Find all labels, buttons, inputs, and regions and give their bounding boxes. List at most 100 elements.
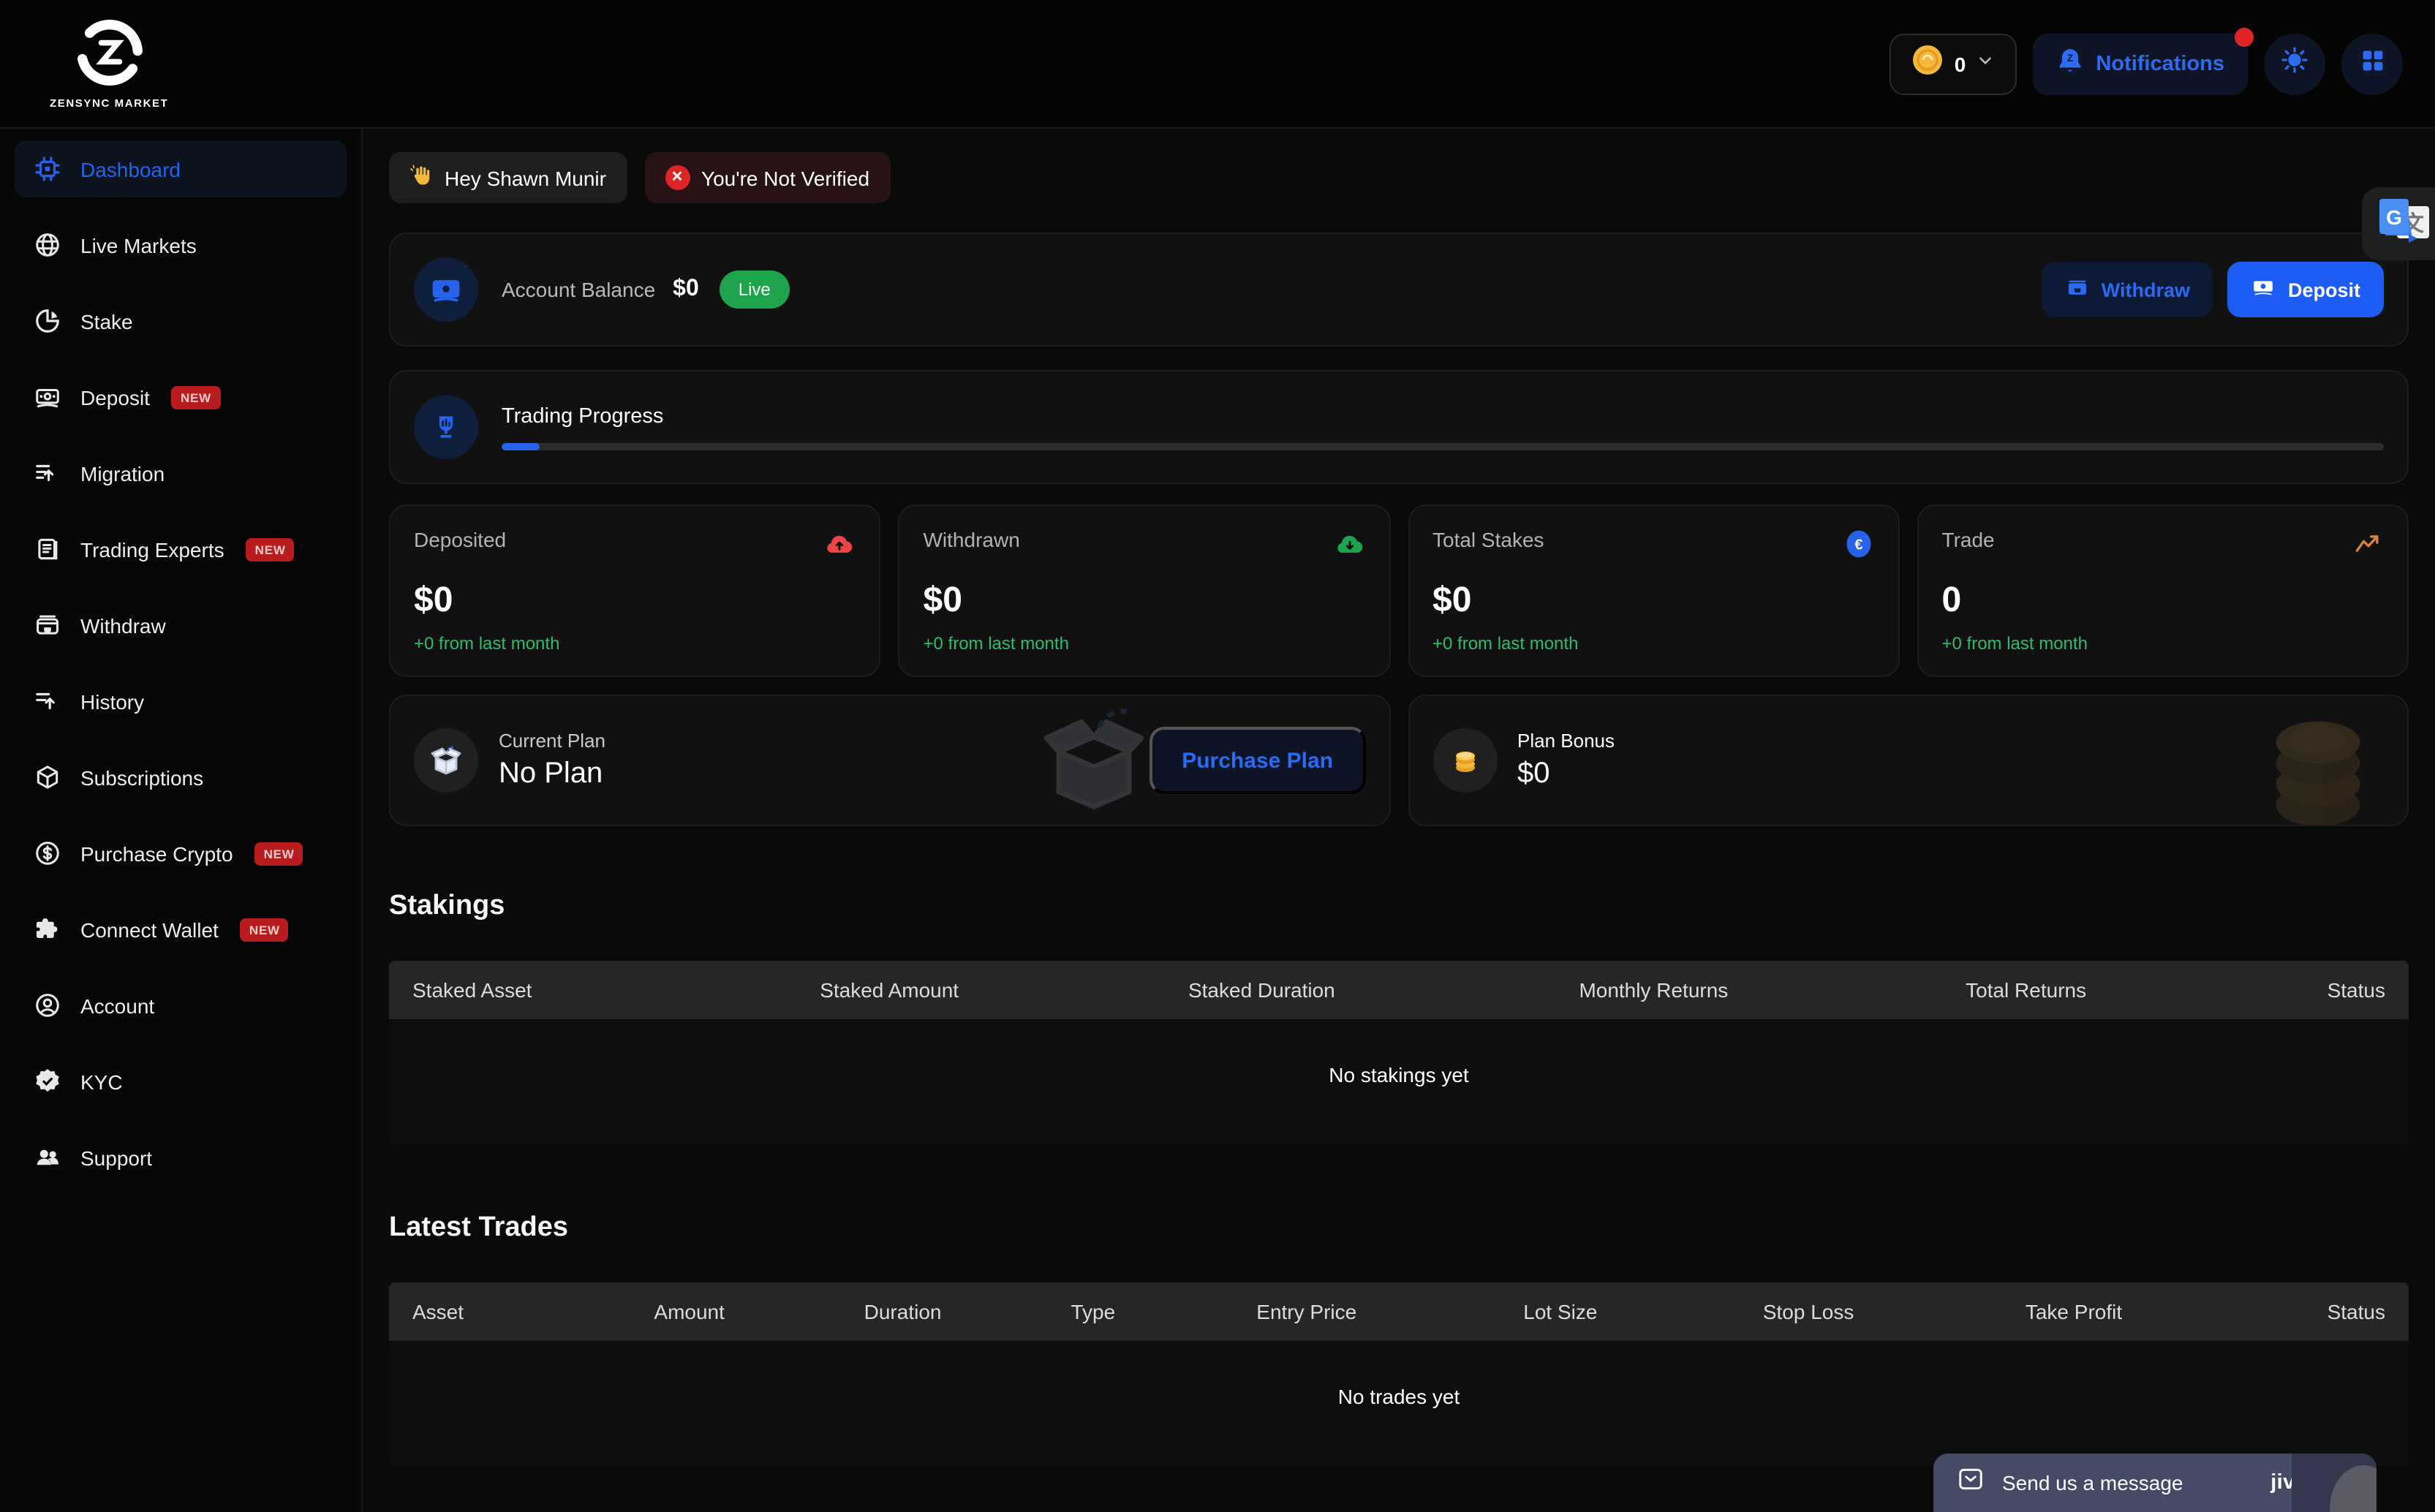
- notifications-label: Notifications: [2096, 52, 2224, 75]
- notifications-button[interactable]: Z Notifications: [2033, 33, 2248, 94]
- column-header: Staked Asset: [412, 978, 713, 1002]
- svg-text:Z: Z: [2067, 53, 2073, 64]
- stakings-empty-state: No stakings yet: [389, 1019, 2409, 1145]
- sidebar-item-label: Subscriptions: [80, 766, 203, 789]
- globe-icon: [32, 231, 61, 259]
- sidebar-item-connect-wallet[interactable]: Connect Wallet NEW: [15, 901, 347, 958]
- sidebar-item-stake[interactable]: Stake: [15, 292, 347, 349]
- stat-value: $0: [924, 580, 1366, 621]
- journal-icon: [32, 535, 61, 563]
- sidebar-item-label: Withdraw: [80, 613, 166, 637]
- chevron-down-icon: [1976, 50, 1995, 77]
- verification-chip[interactable]: ✕ You're Not Verified: [644, 152, 890, 203]
- google-translate-icon: 文 G: [2377, 197, 2435, 251]
- stat-delta: +0 from last month: [1432, 633, 1875, 654]
- new-badge: NEW: [246, 537, 295, 561]
- deposit-button[interactable]: Deposit: [2228, 262, 2384, 317]
- stat-value: $0: [1432, 580, 1875, 621]
- stats-grid: Deposited $0 +0 from last month Withdraw…: [389, 504, 2409, 677]
- sidebar-item-label: Migration: [80, 461, 165, 485]
- column-header: Total Returns: [1849, 978, 2202, 1002]
- sidebar-item-label: Deposit: [80, 385, 150, 409]
- balance-banknote-icon: [414, 257, 478, 322]
- account-balance-card: Account Balance $0 Live Withdraw Dep: [389, 233, 2409, 347]
- verified-badge-icon: [32, 1067, 61, 1095]
- balance-actions: Withdraw Deposit: [2042, 262, 2384, 317]
- sidebar-item-label: Connect Wallet: [80, 918, 219, 941]
- greeting-chip: Hey Shawn Munir: [389, 152, 627, 203]
- sidebar-item-label: Purchase Crypto: [80, 842, 233, 865]
- main-content: Hey Shawn Munir ✕ You're Not Verified Ac…: [363, 129, 2435, 1512]
- x-circle-icon: ✕: [665, 165, 690, 190]
- stat-value: $0: [414, 580, 856, 621]
- progress-label: Trading Progress: [502, 404, 2384, 428]
- progress-body: Trading Progress: [502, 404, 2384, 450]
- column-header: Take Profit: [1936, 1300, 2213, 1323]
- stakings-table-header: Staked Asset Staked Amount Staked Durati…: [389, 961, 2409, 1019]
- sidebar-item-live-markets[interactable]: Live Markets: [15, 216, 347, 273]
- plan-row: Current Plan No Plan Purchase Plan: [389, 695, 2409, 826]
- sidebar-item-history[interactable]: History: [15, 673, 347, 730]
- stat-delta: +0 from last month: [924, 633, 1366, 654]
- deposit-label: Deposit: [2288, 279, 2360, 300]
- open-box-ghost-illustration: [1034, 702, 1154, 826]
- stat-label: Withdrawn: [924, 528, 1020, 551]
- progress-track: [502, 442, 2384, 450]
- withdraw-button[interactable]: Withdraw: [2042, 262, 2213, 317]
- stat-delta: +0 from last month: [1942, 633, 2385, 654]
- sidebar-item-support[interactable]: Support: [15, 1129, 347, 1186]
- sidebar-item-label: Dashboard: [80, 157, 181, 181]
- trading-progress-card: Trading Progress: [389, 370, 2409, 484]
- sidebar-item-account[interactable]: Account: [15, 977, 347, 1034]
- sidebar-item-migration[interactable]: Migration: [15, 445, 347, 502]
- sidebar-item-withdraw[interactable]: Withdraw: [15, 597, 347, 654]
- sidebar-item-purchase-crypto[interactable]: Purchase Crypto NEW: [15, 825, 347, 882]
- jivochat-message: Send us a message: [2002, 1471, 2183, 1494]
- plan-bonus-card: Plan Bonus $0: [1408, 695, 2409, 826]
- sidebar-item-deposit[interactable]: Deposit NEW: [15, 368, 347, 426]
- app-root: ZENSYNC MARKET 0: [0, 0, 2435, 1512]
- notification-badge-dot: [2235, 27, 2254, 46]
- column-header: Staked Amount: [713, 978, 1065, 1002]
- apps-grid-button[interactable]: [2341, 33, 2403, 94]
- currency-selector[interactable]: 0: [1890, 33, 2017, 94]
- wallet-icon: [2065, 275, 2090, 304]
- google-translate-button[interactable]: 文 G: [2362, 187, 2435, 260]
- column-header: Amount: [586, 1300, 793, 1323]
- brand-logo[interactable]: ZENSYNC MARKET: [32, 18, 168, 109]
- verification-text: You're Not Verified: [701, 166, 869, 189]
- new-badge: NEW: [172, 385, 220, 409]
- sidebar-item-label: Account: [80, 994, 154, 1017]
- trades-table: Asset Amount Duration Type Entry Price L…: [389, 1282, 2409, 1467]
- current-plan-value: No Plan: [499, 757, 605, 791]
- svg-text:€: €: [1854, 537, 1862, 553]
- topbar-actions: 0 Z Notifications: [1890, 33, 2403, 94]
- bell-icon: Z: [2056, 47, 2084, 80]
- sidebar-item-label: Stake: [80, 309, 133, 333]
- trades-empty-state: No trades yet: [389, 1341, 2409, 1467]
- stat-label: Total Stakes: [1432, 528, 1544, 551]
- purchase-plan-button[interactable]: Purchase Plan: [1149, 727, 1365, 794]
- sidebar-item-trading-experts[interactable]: Trading Experts NEW: [15, 521, 347, 578]
- sidebar-item-subscriptions[interactable]: Subscriptions: [15, 749, 347, 806]
- grid-icon: [2358, 46, 2386, 81]
- stakings-title: Stakings: [389, 891, 2409, 923]
- plan-bonus-value: $0: [1517, 757, 1615, 791]
- topbar: ZENSYNC MARKET 0: [0, 0, 2435, 129]
- theme-toggle-button[interactable]: [2264, 33, 2325, 94]
- jivochat-widget[interactable]: Send us a message jivochat: [1933, 1454, 2377, 1512]
- stat-card-withdrawn: Withdrawn $0 +0 from last month: [899, 504, 1391, 677]
- stat-card-deposited: Deposited $0 +0 from last month: [389, 504, 881, 677]
- sidebar-item-dashboard[interactable]: Dashboard: [15, 140, 347, 197]
- sidebar-item-kyc[interactable]: KYC: [15, 1053, 347, 1110]
- purchase-plan-label: Purchase Plan: [1182, 748, 1333, 773]
- euro-coin-icon: €: [1843, 528, 1875, 567]
- greeting-text: Hey Shawn Munir: [445, 166, 606, 189]
- balance-label: Account Balance: [502, 278, 655, 301]
- current-plan-card: Current Plan No Plan Purchase Plan: [389, 695, 1390, 826]
- column-header: Entry Price: [1174, 1300, 1439, 1323]
- pie-chart-icon: [32, 307, 61, 335]
- column-header: Stop Loss: [1682, 1300, 1936, 1323]
- plan-bonus-label: Plan Bonus: [1517, 730, 1615, 752]
- greeting-row: Hey Shawn Munir ✕ You're Not Verified: [389, 152, 2409, 203]
